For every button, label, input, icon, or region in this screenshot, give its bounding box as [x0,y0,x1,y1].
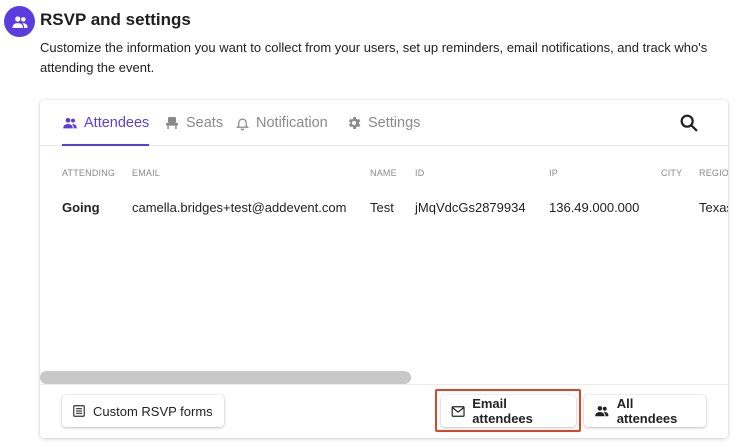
page-description: Customize the information you want to co… [40,40,708,75]
tab-settings-label: Settings [368,115,421,131]
search-button[interactable] [678,112,700,134]
col-header-name[interactable]: NAME [370,168,397,178]
scrollbar-thumb[interactable] [40,371,411,384]
gear-icon [348,117,361,129]
cell-email: camella.bridges+test@addevent.com [132,200,347,215]
col-header-city[interactable]: CITY [661,168,682,178]
tab-bar: Attendees Seats Notification Settings [40,100,728,146]
seat-icon [166,117,178,129]
page-title: RSVP and settings [40,10,191,29]
rsvp-people-icon [4,6,35,37]
tab-notification[interactable]: Notification [235,100,328,146]
cell-name: Test [370,200,394,215]
col-header-region[interactable]: REGIO [699,168,728,178]
tab-seats-label: Seats [186,115,224,131]
custom-rsvp-forms-button[interactable]: Custom RSVP forms [62,395,224,427]
col-header-ip[interactable]: IP [549,168,558,178]
people-icon [595,406,609,417]
form-list-icon [73,405,85,417]
all-attendees-button[interactable]: All attendees [584,395,706,427]
all-attendees-label: All attendees [616,396,678,426]
rsvp-card: Attendees Seats Notification Settings AT… [40,100,728,438]
tab-settings[interactable]: Settings [346,100,420,146]
search-icon [680,114,698,132]
col-header-id[interactable]: ID [415,168,424,178]
custom-rsvp-forms-label: Custom RSVP forms [93,403,213,419]
tab-attendees[interactable]: Attendees [62,100,150,146]
cell-attending: Going [62,200,100,215]
tab-notification-label: Notification [256,115,328,131]
cell-region: Texas [699,200,728,215]
highlight-outline [435,389,581,432]
col-header-attending[interactable]: ATTENDING [62,168,115,178]
people-icon [63,118,77,129]
cell-ip: 136.49.000.000 [549,200,640,215]
cell-id: jMqVdcGs2879934 [415,200,526,215]
tab-attendees-label: Attendees [84,115,150,131]
tab-seats[interactable]: Seats [164,100,223,146]
bell-icon [235,118,250,130]
col-header-email[interactable]: EMAIL [132,168,160,178]
